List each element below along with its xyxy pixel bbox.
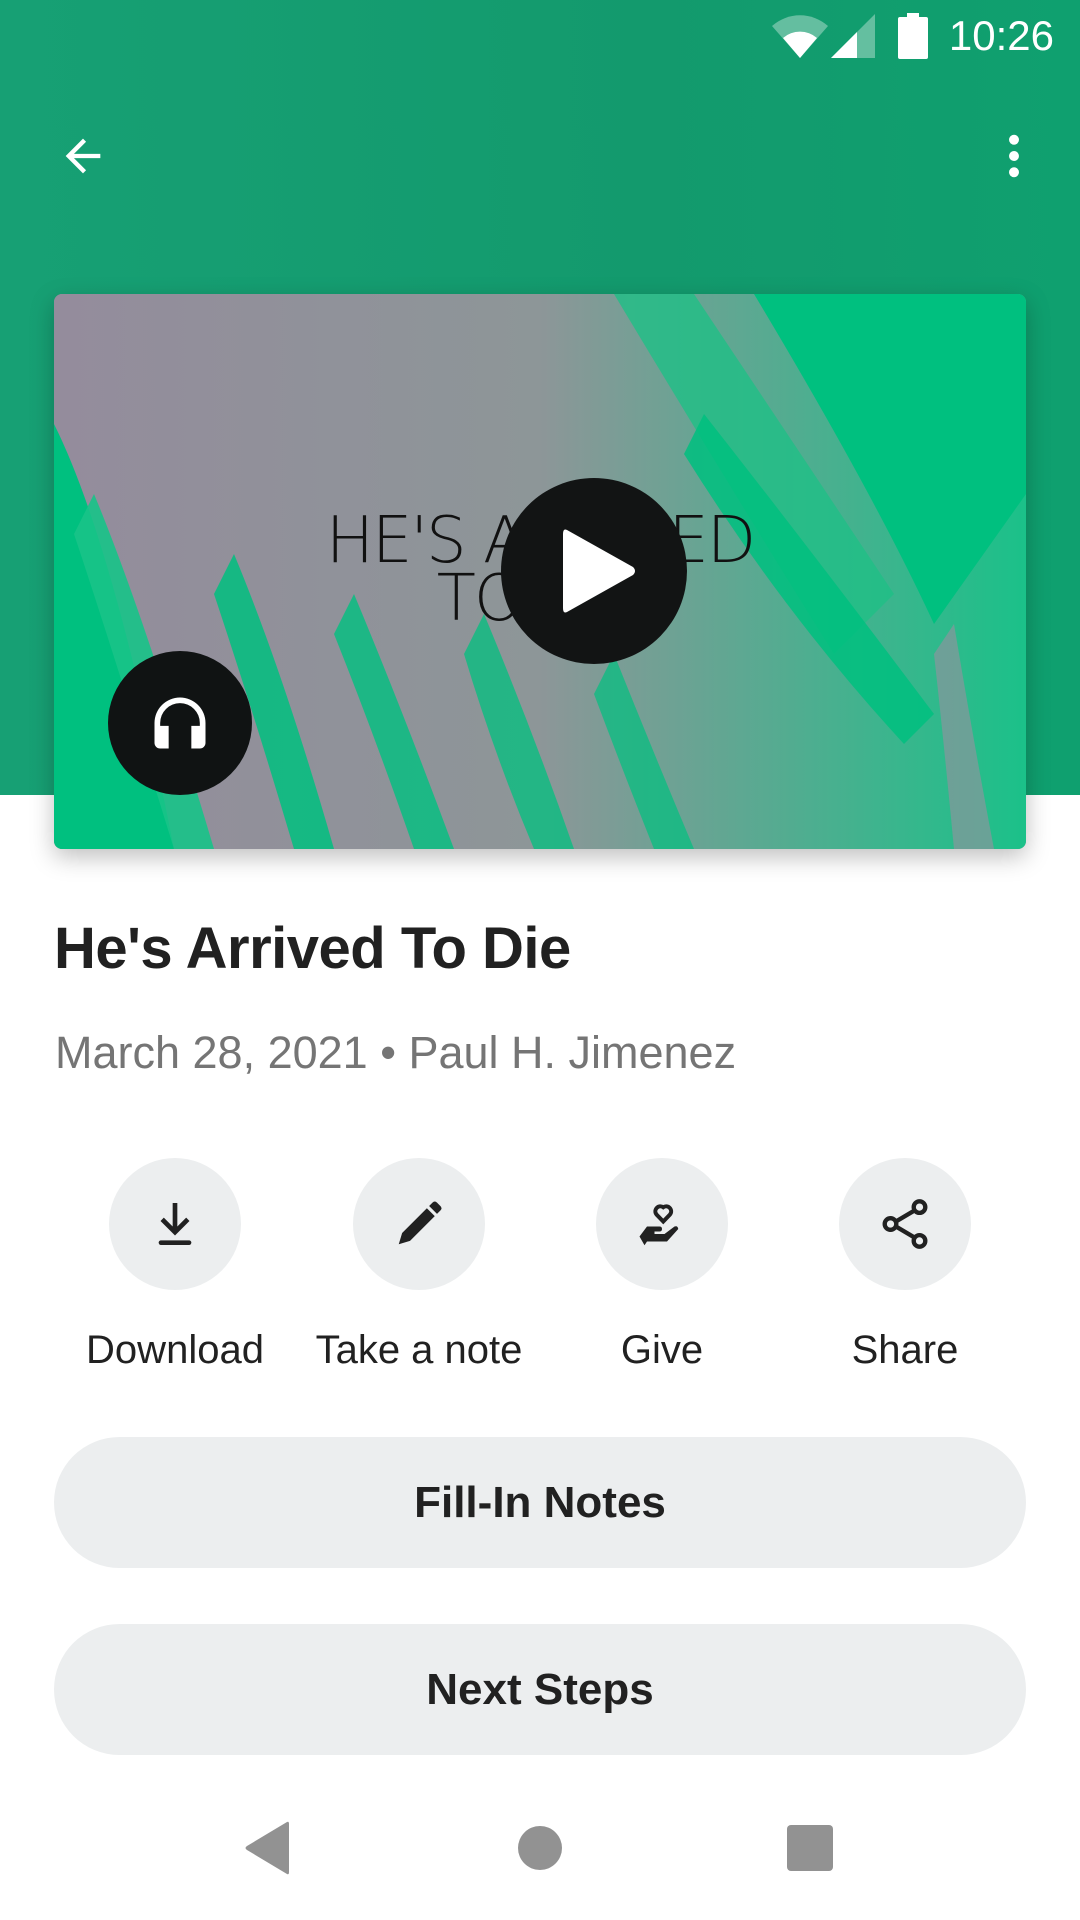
status-time: 10:26 bbox=[948, 12, 1054, 59]
nav-back-icon bbox=[245, 1821, 289, 1875]
share-button[interactable] bbox=[839, 1158, 971, 1290]
nav-recents-button[interactable] bbox=[765, 1808, 855, 1888]
sermon-title: He's Arrived To Die bbox=[54, 916, 571, 981]
share-action[interactable]: Share bbox=[775, 1158, 1035, 1373]
play-button[interactable] bbox=[501, 478, 687, 664]
wifi-icon bbox=[772, 15, 828, 58]
download-button[interactable] bbox=[109, 1158, 241, 1290]
sermon-date-speaker: March 28, 2021 • Paul H. Jimenez bbox=[55, 1027, 737, 1078]
arrow-left-icon bbox=[65, 138, 101, 174]
battery-icon bbox=[898, 13, 928, 59]
nav-home-icon bbox=[518, 1826, 562, 1870]
next-steps-button[interactable]: Next Steps bbox=[54, 1624, 1026, 1755]
sermon-media-card[interactable]: HE'S ARRIVED TO DIE bbox=[54, 294, 1026, 849]
cellular-signal-icon bbox=[831, 14, 875, 58]
give-heart-hand-icon bbox=[639, 1204, 679, 1246]
give-action[interactable]: Give bbox=[532, 1158, 792, 1373]
nav-recents-icon bbox=[787, 1825, 833, 1871]
play-icon bbox=[563, 529, 635, 613]
pencil-icon bbox=[398, 1201, 442, 1245]
headphones-icon bbox=[154, 697, 206, 749]
download-action[interactable]: Download bbox=[45, 1158, 305, 1373]
back-button[interactable] bbox=[35, 108, 131, 204]
download-icon bbox=[158, 1203, 192, 1245]
more-vertical-icon bbox=[1009, 134, 1019, 178]
take-note-button[interactable] bbox=[353, 1158, 485, 1290]
listen-audio-button[interactable] bbox=[108, 651, 252, 795]
give-label: Give bbox=[620, 1328, 704, 1372]
download-label: Download bbox=[86, 1328, 264, 1372]
take-note-action[interactable]: Take a note bbox=[289, 1158, 549, 1373]
give-button[interactable] bbox=[596, 1158, 728, 1290]
nav-back-button[interactable] bbox=[222, 1808, 312, 1888]
nav-home-button[interactable] bbox=[495, 1808, 585, 1888]
share-icon bbox=[882, 1199, 928, 1249]
fill-in-notes-button[interactable]: Fill-In Notes bbox=[54, 1437, 1026, 1568]
status-bar: 10:26 bbox=[0, 0, 1080, 76]
more-options-button[interactable] bbox=[966, 108, 1062, 204]
take-note-label: Take a note bbox=[315, 1328, 523, 1372]
share-label: Share bbox=[851, 1328, 959, 1372]
